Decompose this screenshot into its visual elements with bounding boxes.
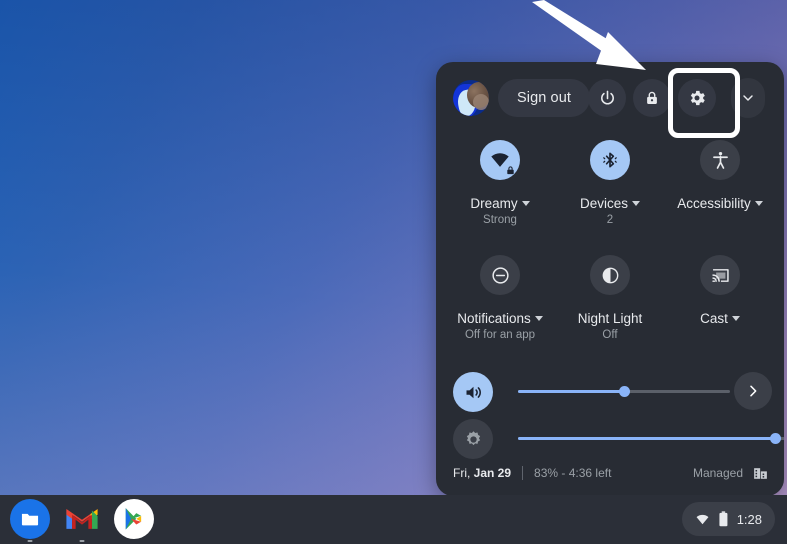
- gmail-m-icon: [66, 509, 98, 529]
- tile-network-sublabel: Strong: [483, 214, 517, 226]
- chevron-right-icon: [750, 385, 757, 397]
- feature-tiles: Dreamy Strong Devices 2 Accessibility No…: [436, 140, 784, 370]
- tile-accessibility-label: Accessibility: [677, 196, 751, 211]
- battery-icon: [719, 511, 728, 527]
- avatar-shape-photo-highlight: [473, 94, 489, 110]
- chevron-down-icon[interactable]: [521, 201, 530, 206]
- volume-button[interactable]: [453, 372, 493, 412]
- bottom-left-group: Fri, Jan 29 83% - 4:36 left: [453, 466, 611, 480]
- tile-notifications[interactable]: Notifications Off for an app: [442, 255, 558, 341]
- shelf: 1:28: [0, 495, 787, 544]
- quick-settings-bottom-bar: Fri, Jan 29 83% - 4:36 left Managed: [436, 450, 784, 496]
- user-avatar[interactable]: [453, 80, 489, 116]
- date-label[interactable]: Fri, Jan 29: [453, 466, 511, 480]
- tile-cast[interactable]: Cast: [662, 255, 778, 329]
- night-light-icon: [590, 255, 630, 295]
- cast-icon: [700, 255, 740, 295]
- chevron-down-icon[interactable]: [731, 316, 740, 321]
- volume-up-icon: [466, 386, 481, 398]
- sign-out-button[interactable]: Sign out: [498, 79, 590, 117]
- app-running-indicator: [79, 540, 85, 542]
- tile-night-light[interactable]: Night Light Off: [552, 255, 668, 341]
- feature-tile-row-1: Dreamy Strong Devices 2 Accessibility: [436, 140, 784, 255]
- power-button[interactable]: [588, 79, 626, 117]
- app-running-indicator: [27, 540, 33, 542]
- lock-button[interactable]: [633, 79, 671, 117]
- tile-night-light-sublabel: Off: [602, 329, 618, 341]
- brightness-icon: [466, 430, 480, 445]
- tile-bluetooth-sublabel: 2: [606, 214, 614, 226]
- volume-slider[interactable]: [518, 386, 730, 397]
- power-icon: [600, 90, 614, 104]
- wifi-locked-icon: [480, 140, 520, 180]
- play-triangle-icon: [125, 508, 142, 530]
- date-value: Jan 29: [473, 466, 512, 480]
- gear-icon: [690, 90, 705, 106]
- tile-notifications-label-row: Notifications: [442, 311, 558, 326]
- tile-notifications-sublabel: Off for an app: [464, 329, 536, 341]
- tile-network-label: Dreamy: [470, 196, 518, 211]
- brightness-slider-fill: [518, 437, 776, 440]
- divider: [522, 466, 524, 480]
- tile-accessibility[interactable]: Accessibility: [662, 140, 778, 214]
- tile-notifications-label: Notifications: [457, 311, 531, 326]
- volume-slider-row: [436, 369, 784, 415]
- wifi-icon: [696, 514, 709, 524]
- tray-clock: 1:28: [736, 511, 762, 527]
- brightness-slider[interactable]: [518, 433, 784, 444]
- tile-bluetooth[interactable]: Devices 2: [552, 140, 668, 226]
- brightness-slider-thumb[interactable]: [769, 433, 781, 444]
- tile-network-label-row: Dreamy: [442, 196, 558, 211]
- bluetooth-icon: [590, 140, 630, 180]
- shelf-item-gmail[interactable]: [62, 499, 102, 542]
- accessibility-icon: [700, 140, 740, 180]
- quick-settings-panel: Sign out Dreamy Strong Devices 2 Accessi…: [436, 62, 784, 496]
- feature-tile-row-2: Notifications Off for an app Night Light…: [436, 255, 784, 370]
- settings-button[interactable]: [678, 79, 716, 117]
- tile-network[interactable]: Dreamy Strong: [442, 140, 558, 226]
- chevron-down-icon: [743, 95, 753, 101]
- tile-accessibility-label-row: Accessibility: [662, 196, 778, 211]
- tile-cast-label-row: Cast: [662, 311, 778, 326]
- volume-slider-fill: [518, 390, 624, 393]
- tile-bluetooth-label: Devices: [579, 196, 628, 211]
- bottom-right-group: Managed: [693, 465, 769, 482]
- shelf-item-files[interactable]: [10, 499, 50, 542]
- chevron-down-icon[interactable]: [754, 201, 763, 206]
- tile-night-light-label: Night Light: [577, 311, 643, 326]
- enterprise-building-icon[interactable]: [752, 465, 769, 482]
- quick-settings-header: Sign out: [436, 62, 784, 138]
- do-not-disturb-icon: [480, 255, 520, 295]
- managed-label[interactable]: Managed: [693, 466, 743, 480]
- date-prefix: Fri,: [453, 466, 474, 480]
- battery-status-label[interactable]: 83% - 4:36 left: [534, 466, 611, 480]
- folder-icon: [21, 513, 39, 526]
- shelf-app-list: [10, 499, 154, 542]
- tile-bluetooth-label-row: Devices: [552, 196, 668, 211]
- status-tray[interactable]: 1:28: [681, 502, 775, 536]
- tile-night-light-label-row: Night Light: [552, 311, 668, 326]
- audio-settings-button[interactable]: [734, 372, 772, 410]
- volume-slider-thumb[interactable]: [618, 386, 630, 397]
- tile-cast-label: Cast: [700, 311, 728, 326]
- chevron-down-icon[interactable]: [534, 316, 543, 321]
- chevron-down-icon[interactable]: [632, 201, 640, 206]
- shelf-item-play-store[interactable]: [114, 499, 154, 539]
- collapse-button[interactable]: [731, 78, 765, 118]
- lock-icon: [647, 91, 657, 104]
